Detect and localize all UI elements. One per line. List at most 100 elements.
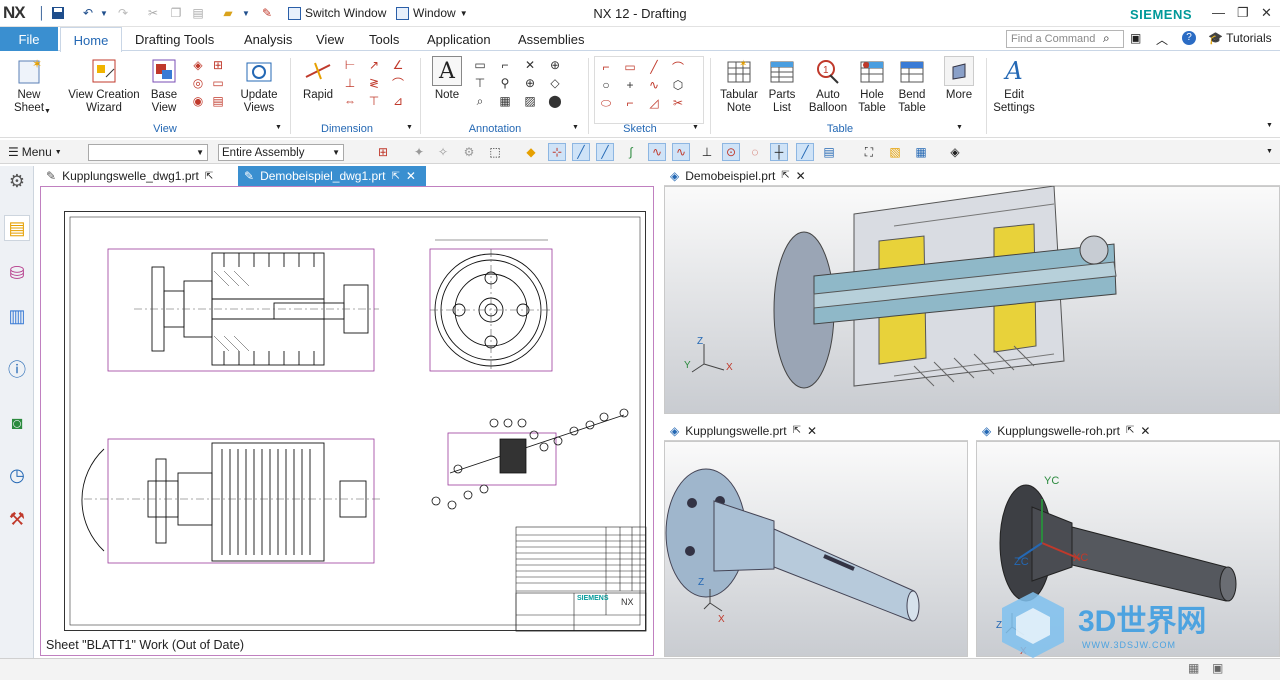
type-filter-select[interactable]: ▼ <box>88 144 208 161</box>
orient-view-icon[interactable]: ◈ <box>946 143 964 161</box>
ellipse-icon[interactable]: ⬭ <box>598 95 614 111</box>
window-layout-icon[interactable]: ▣ <box>1130 31 1141 45</box>
rectangle-icon[interactable]: ▭ <box>622 59 638 75</box>
select-components-icon[interactable]: ⚙ <box>460 143 478 161</box>
full-screen-icon[interactable]: ▣ <box>1212 661 1223 675</box>
tab-assemblies[interactable]: Assemblies <box>518 27 584 51</box>
snap-spline-icon[interactable]: ∿ <box>672 143 690 161</box>
point-icon[interactable]: + <box>622 77 638 93</box>
tabular-note-button[interactable]: ✶ Tabular Note <box>716 56 762 115</box>
centerline-icon[interactable]: ⊕ <box>522 75 538 91</box>
note-button[interactable]: A Note <box>430 56 464 102</box>
radial-dimension-icon[interactable]: ↗ <box>366 57 382 73</box>
detail-view-icon[interactable]: ◎ <box>190 75 206 91</box>
viewport-tab-kupplungswelle-roh[interactable]: ◈ Kupplungswelle-roh.prt ⇱ ✕ <box>976 421 1280 441</box>
assembly-navigator-icon[interactable]: ⛁ <box>4 260 30 286</box>
view-break-icon[interactable]: ◉ <box>190 93 206 109</box>
bend-table-button[interactable]: Bend Table <box>892 56 932 115</box>
roles-icon[interactable]: ⚒ <box>4 506 30 532</box>
doc-tab-kupplungswelle-dwg[interactable]: ✎ Kupplungswelle_dwg1.prt ⇱ <box>40 166 236 186</box>
select-features-icon[interactable]: ✦ <box>410 143 428 161</box>
reuse-library-icon[interactable]: ▥ <box>4 303 30 329</box>
help-icon[interactable]: ? <box>1182 31 1196 45</box>
hole-table-button[interactable]: Hole Table <box>852 56 892 115</box>
chamfer-icon[interactable]: ◿ <box>646 95 662 111</box>
profile-icon[interactable]: ⌐ <box>598 59 614 75</box>
select-bodies-icon[interactable]: ✧ <box>434 143 452 161</box>
toolbar-options-dropdown-icon[interactable]: ▼ <box>1266 148 1273 155</box>
tab-home[interactable]: Home <box>60 27 122 52</box>
projected-view-icon[interactable]: ◈ <box>190 57 206 73</box>
new-sheet-button[interactable]: ✶ New Sheet <box>8 56 50 115</box>
feature-control-frame-icon[interactable]: ▭ <box>472 57 488 73</box>
close-tab-icon[interactable]: ✕ <box>796 169 806 183</box>
information-icon[interactable]: ⓘ <box>4 356 30 382</box>
area-fill-icon[interactable]: ▨ <box>522 93 538 109</box>
snap-endpoint-icon[interactable]: ⊹ <box>548 143 566 161</box>
part-navigator-icon[interactable]: ▤ <box>4 215 30 241</box>
annotation-group-dropdown-icon[interactable]: ▼ <box>572 124 579 131</box>
tab-drafting-tools[interactable]: Drafting Tools <box>135 27 214 51</box>
close-tab-icon[interactable]: ✕ <box>1140 424 1150 438</box>
fillet-icon[interactable]: ⌐ <box>622 95 638 111</box>
chamfer-dimension-icon[interactable]: ⊥ <box>342 75 358 91</box>
line-icon[interactable]: ╱ <box>646 59 662 75</box>
zoom-window-icon[interactable]: ▧ <box>886 143 904 161</box>
ribbon-options-dropdown-icon[interactable]: ▼ <box>1266 122 1273 129</box>
view-creation-wizard-button[interactable]: View Creation Wizard <box>66 56 142 115</box>
perimeter-dimension-icon[interactable]: ⇔ <box>342 93 358 109</box>
coordinate-dimension-icon[interactable]: ⊿ <box>390 93 406 109</box>
auto-balloon-button[interactable]: 1 Auto Balloon <box>806 56 850 115</box>
dimension-group-dropdown-icon[interactable]: ▼ <box>406 124 413 131</box>
collapse-ribbon-icon[interactable]: ︿ <box>1156 31 1168 48</box>
datum-feature-icon[interactable]: ⌐ <box>497 57 513 73</box>
studio-spline-icon[interactable]: ∿ <box>646 77 662 93</box>
tab-view[interactable]: View <box>316 27 344 51</box>
arc-length-icon[interactable]: ⌒ <box>390 75 406 91</box>
base-view-button[interactable]: Base View <box>146 56 182 115</box>
polygon-icon[interactable]: ⬡ <box>670 77 686 93</box>
tab-application[interactable]: Application <box>427 27 491 51</box>
arc-icon[interactable]: ⌒ <box>670 59 686 75</box>
close-icon[interactable]: ✕ <box>1261 5 1272 21</box>
more-button[interactable]: More <box>940 56 978 102</box>
tab-analysis[interactable]: Analysis <box>244 27 292 51</box>
surface-finish-icon[interactable]: ⊤ <box>472 75 488 91</box>
history-icon[interactable]: ◷ <box>4 462 30 488</box>
doc-tab-demobeispiel-dwg[interactable]: ✎ Demobeispiel_dwg1.prt ⇱ ✕ <box>238 166 426 186</box>
circle-icon[interactable]: ○ <box>598 77 614 93</box>
tab-file[interactable]: File <box>0 27 58 51</box>
viewport-tab-kupplungswelle[interactable]: ◈ Kupplungswelle.prt ⇱ ✕ <box>664 421 968 441</box>
rectangle-select-icon[interactable]: ⬚ <box>486 143 504 161</box>
new-sheet-dropdown-icon[interactable]: ▼ <box>44 108 51 115</box>
snap-quadrant-icon[interactable]: ⊙ <box>722 143 740 161</box>
image-icon[interactable]: ▦ <box>497 93 513 109</box>
snap-tangent-icon[interactable]: ╱ <box>796 143 814 161</box>
ordinate-dimension-icon[interactable]: ⊤ <box>366 93 382 109</box>
intersection-icon[interactable]: ◇ <box>547 75 563 91</box>
angular-dimension-icon[interactable]: ∠ <box>390 57 406 73</box>
view-group-dropdown-icon[interactable]: ▼ <box>275 124 282 131</box>
snap-perpendicular-icon[interactable]: ▤ <box>820 143 838 161</box>
snap-existing-point-icon[interactable]: ◌ <box>746 143 764 161</box>
bolt-circle-icon[interactable]: ⬤ <box>547 93 563 109</box>
minimize-icon[interactable]: — <box>1212 5 1225 20</box>
weld-symbol-icon[interactable]: ⚲ <box>497 75 513 91</box>
float-tab-icon[interactable]: ⇱ <box>205 171 213 182</box>
symbol-icon[interactable]: ✕ <box>522 57 538 73</box>
snap-intersection-icon[interactable]: ∿ <box>648 143 666 161</box>
section-view-icon[interactable]: ⊞ <box>210 57 226 73</box>
view-select-icon[interactable]: ◆ <box>522 143 540 161</box>
web-browser-icon[interactable]: ◙ <box>4 410 30 436</box>
snap-curve-icon[interactable]: ∫ <box>622 143 640 161</box>
gear-icon[interactable]: ⚙ <box>4 168 30 194</box>
tab-tools[interactable]: Tools <box>369 27 399 51</box>
linear-dimension-icon[interactable]: ⊢ <box>342 57 358 73</box>
float-tab-icon[interactable]: ⇱ <box>781 170 789 181</box>
close-tab-icon[interactable]: ✕ <box>406 169 416 183</box>
crosshatch-icon[interactable]: ⌕ <box>472 93 488 109</box>
broken-out-icon[interactable]: ▤ <box>210 93 226 109</box>
tutorials-button[interactable]: 🎓 Tutorials <box>1208 31 1272 45</box>
status-selection-icon[interactable]: ▦ <box>1188 661 1199 675</box>
edit-settings-button[interactable]: A Edit Settings <box>992 56 1036 115</box>
